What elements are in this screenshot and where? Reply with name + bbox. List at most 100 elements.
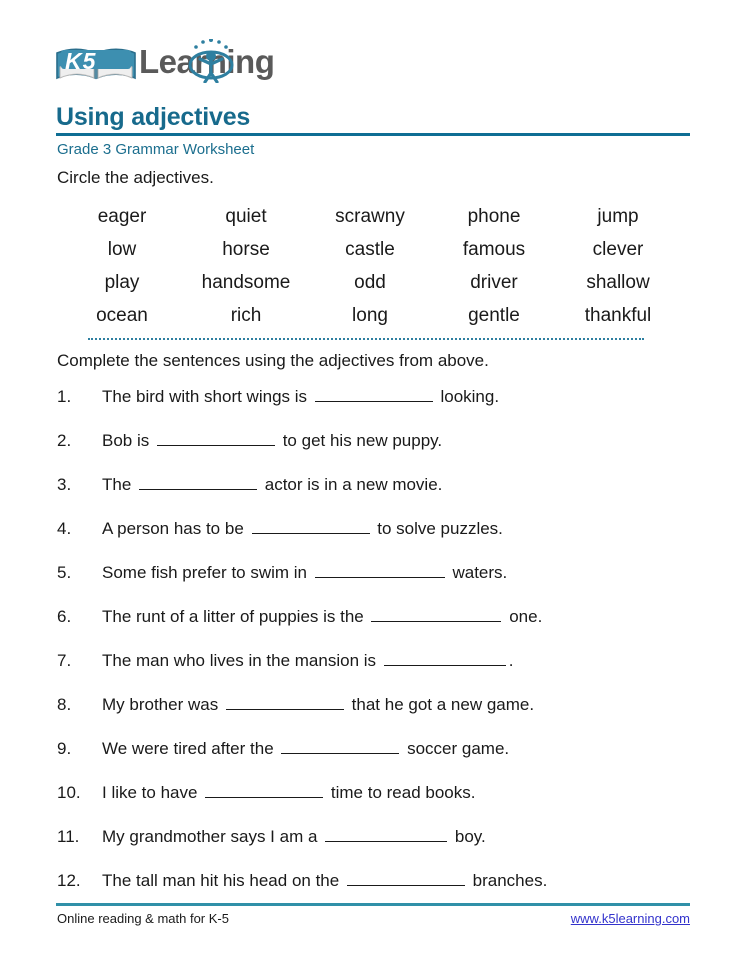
question-number: 7.	[57, 651, 72, 670]
question-row: 2. Bob is to get his new puppy.	[57, 430, 707, 474]
question-text: Some fish prefer to swim in waters.	[102, 562, 507, 583]
question-row: 6. The runt of a litter of puppies is the…	[57, 606, 707, 650]
question-text-before: The man who lives in the mansion is	[102, 651, 381, 670]
k5-learning-logo: K5 Learning	[55, 39, 275, 87]
question-number: 2.	[57, 431, 72, 450]
question-row: 5. Some fish prefer to swim in waters.	[57, 562, 707, 606]
question-text-before: A person has to be	[102, 519, 249, 538]
question-row: 4. A person has to be to solve puzzles.	[57, 518, 707, 562]
word-bank-word[interactable]: clever	[556, 240, 680, 259]
question-text-before: I like to have	[102, 783, 203, 802]
question-number: 10.	[57, 783, 81, 802]
question-text: The actor is in a new movie.	[102, 474, 442, 495]
question-row: 9. We were tired after the soccer game.	[57, 738, 707, 782]
question-text: We were tired after the soccer game.	[102, 738, 509, 759]
word-bank-word[interactable]: gentle	[432, 306, 556, 325]
footer-website-link[interactable]: www.k5learning.com	[571, 911, 690, 926]
question-number: 11.	[57, 827, 80, 846]
word-bank-word[interactable]: jump	[556, 207, 680, 226]
answer-blank[interactable]	[314, 562, 445, 578]
answer-blank[interactable]	[383, 650, 506, 666]
word-bank-word[interactable]: horse	[184, 240, 308, 259]
word-bank-word[interactable]: rich	[184, 306, 308, 325]
question-text-before: The tall man hit his head on the	[102, 871, 344, 890]
word-bank-word[interactable]: ocean	[60, 306, 184, 325]
question-text-after: to solve puzzles.	[372, 519, 503, 538]
instruction-complete-sentences: Complete the sentences using the adjecti…	[57, 351, 489, 370]
question-text-after: waters.	[447, 563, 508, 582]
answer-blank[interactable]	[251, 518, 370, 534]
word-bank-word[interactable]: castle	[308, 240, 432, 259]
question-text-after: time to read books.	[326, 783, 476, 802]
question-text-before: My brother was	[102, 695, 223, 714]
word-bank-word[interactable]: quiet	[184, 207, 308, 226]
answer-blank[interactable]	[205, 782, 324, 798]
word-bank-word[interactable]: play	[60, 273, 184, 292]
answer-blank[interactable]	[225, 694, 344, 710]
question-number: 12.	[57, 871, 81, 890]
instruction-circle-adjectives: Circle the adjectives.	[57, 168, 214, 187]
worksheet-page: K5 Learning Using adjectives Grade 3 Gra…	[0, 0, 731, 972]
question-text: My grandmother says I am a boy.	[102, 826, 486, 847]
question-row: 1. The bird with short wings is looking.	[57, 386, 707, 430]
question-text-after: one.	[504, 607, 543, 626]
word-bank-word[interactable]: eager	[60, 207, 184, 226]
title-divider	[56, 133, 690, 136]
question-text: My brother was that he got a new game.	[102, 694, 534, 715]
question-number: 4.	[57, 519, 72, 538]
answer-blank[interactable]	[281, 738, 400, 754]
page-title: Using adjectives	[56, 103, 251, 131]
question-text-before: Some fish prefer to swim in	[102, 563, 312, 582]
logo-k5-text: K5	[65, 48, 97, 74]
footer-divider	[56, 903, 690, 906]
question-text: The man who lives in the mansion is .	[102, 650, 513, 671]
page-subtitle: Grade 3 Grammar Worksheet	[57, 141, 255, 158]
word-bank-row: eager quiet scrawny phone jump	[60, 200, 680, 233]
question-number: 8.	[57, 695, 72, 714]
question-text-before: The	[102, 475, 137, 494]
word-bank-row: play handsome odd driver shallow	[60, 266, 680, 299]
word-bank-word[interactable]: low	[60, 240, 184, 259]
word-bank-word[interactable]: odd	[308, 273, 432, 292]
word-bank-word[interactable]: thankful	[556, 306, 680, 325]
question-number: 5.	[57, 563, 72, 582]
word-bank-word[interactable]: long	[308, 306, 432, 325]
word-bank-word[interactable]: handsome	[184, 273, 308, 292]
question-row: 3. The actor is in a new movie.	[57, 474, 707, 518]
answer-blank[interactable]	[314, 386, 433, 402]
answer-blank[interactable]	[346, 870, 465, 886]
question-number: 6.	[57, 607, 72, 626]
question-text-before: The runt of a litter of puppies is the	[102, 607, 369, 626]
answer-blank[interactable]	[371, 606, 502, 622]
word-bank-row: low horse castle famous clever	[60, 233, 680, 266]
question-text-after: branches.	[467, 871, 548, 890]
word-bank-word[interactable]: scrawny	[308, 207, 432, 226]
word-bank-grid: eager quiet scrawny phone jump low horse castle…	[60, 200, 680, 332]
answer-blank[interactable]	[139, 474, 258, 490]
word-bank-word[interactable]: phone	[432, 207, 556, 226]
word-bank-word[interactable]: shallow	[556, 273, 680, 292]
question-row: 11. My grandmother says I am a boy.	[57, 826, 707, 870]
person-star-icon	[188, 39, 234, 83]
question-text-after: to get his new puppy.	[277, 431, 443, 450]
question-text: A person has to be to solve puzzles.	[102, 518, 503, 539]
word-bank-word[interactable]: driver	[432, 273, 556, 292]
footer-tagline: Online reading & math for K-5	[57, 911, 229, 926]
question-text-before: Bob is	[102, 431, 154, 450]
answer-blank[interactable]	[325, 826, 448, 842]
word-bank-row: ocean rich long gentle thankful	[60, 299, 680, 332]
word-bank-word[interactable]: famous	[432, 240, 556, 259]
question-list: 1. The bird with short wings is looking. 2…	[57, 386, 707, 914]
question-number: 3.	[57, 475, 72, 494]
question-text-after: that he got a new game.	[346, 695, 535, 714]
question-text-after: actor is in a new movie.	[260, 475, 443, 494]
question-text-before: My grandmother says I am a	[102, 827, 323, 846]
question-text: The tall man hit his head on the branche…	[102, 870, 547, 891]
question-text-after: soccer game.	[402, 739, 510, 758]
question-text: I like to have time to read books.	[102, 782, 475, 803]
question-number: 9.	[57, 739, 72, 758]
question-text: Bob is to get his new puppy.	[102, 430, 442, 451]
question-number: 1.	[57, 387, 72, 406]
answer-blank[interactable]	[156, 430, 275, 446]
question-text-after: boy.	[450, 827, 486, 846]
